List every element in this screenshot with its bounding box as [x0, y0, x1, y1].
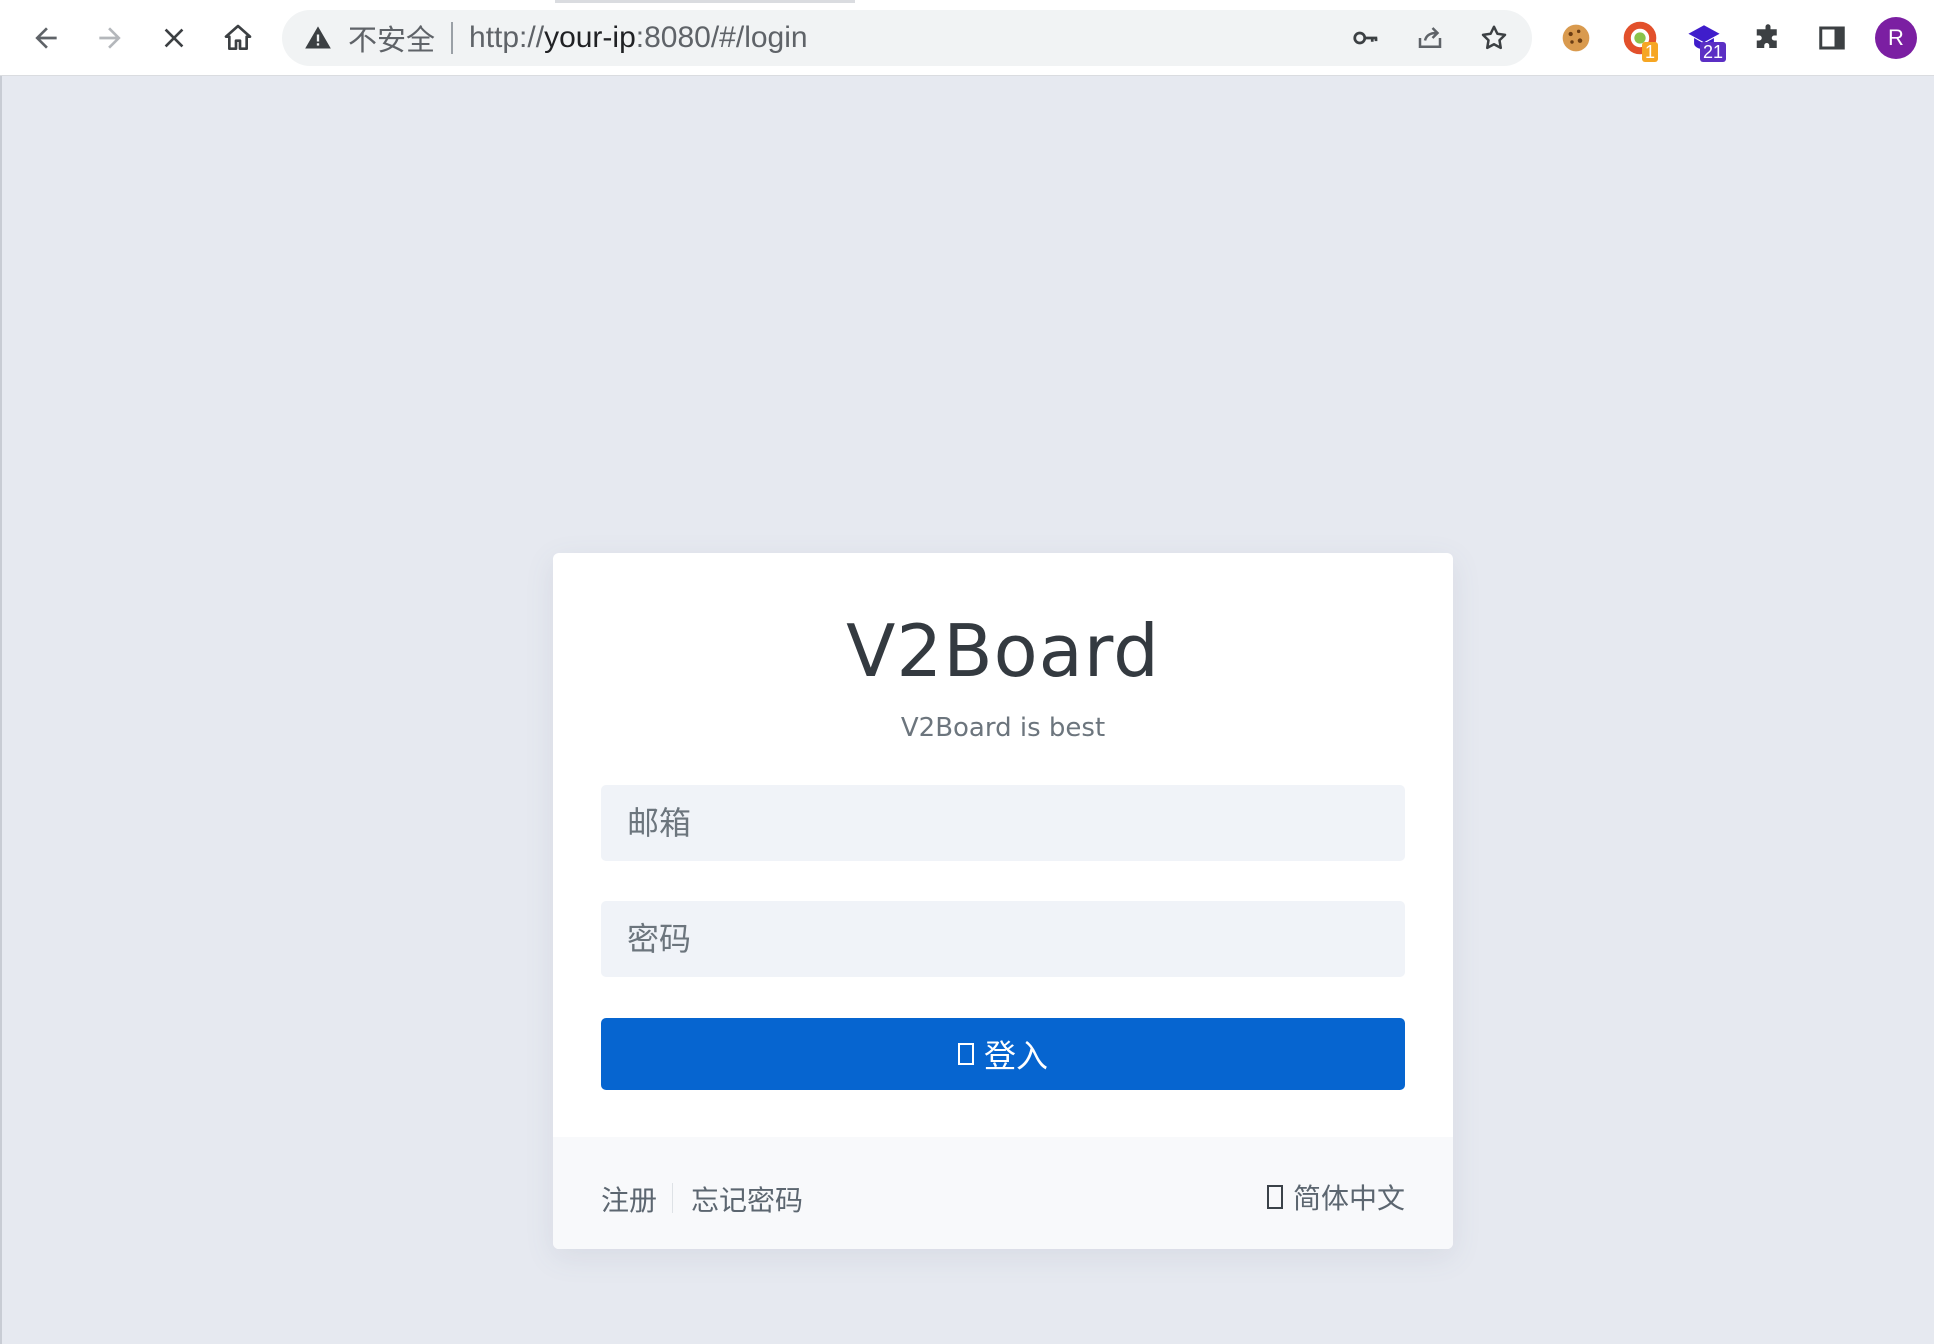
security-status[interactable]: 不安全	[348, 17, 435, 59]
language-label: 简体中文	[1292, 1182, 1405, 1215]
password-field[interactable]	[601, 901, 1405, 977]
card-footer: 注册 忘记密码 简体中文	[553, 1137, 1453, 1249]
active-tab-indicator	[555, 0, 855, 3]
language-icon	[1266, 1185, 1283, 1209]
register-link[interactable]: 注册	[601, 1179, 657, 1219]
warning-icon	[305, 26, 331, 49]
footer-divider	[672, 1183, 673, 1213]
stop-loading-button[interactable]	[150, 14, 198, 62]
extension-badge: 21	[1700, 42, 1727, 62]
language-switcher[interactable]: 简体中文	[1266, 1177, 1405, 1217]
key-icon	[1353, 31, 1378, 45]
star-icon	[1481, 25, 1507, 50]
url-path: :8080/#/login	[635, 21, 808, 54]
login-icon	[957, 1043, 974, 1065]
share-icon	[1418, 27, 1442, 48]
arrow-right-icon	[99, 27, 121, 49]
home-icon	[224, 24, 252, 50]
home-button[interactable]	[214, 14, 262, 62]
email-field[interactable]	[601, 785, 1405, 861]
browser-toolbar: 不安全 http://your-ip:8080/#/login 1 21 R	[0, 0, 1934, 76]
forgot-password-link[interactable]: 忘记密码	[691, 1179, 803, 1219]
window-edge	[0, 76, 2, 1344]
url-host: your-ip	[544, 21, 636, 54]
cookie-icon	[1562, 24, 1590, 52]
back-button[interactable]	[22, 14, 70, 62]
puzzle-icon	[1756, 24, 1777, 48]
side-panel-button[interactable]	[1812, 18, 1852, 58]
login-card: V2Board V2Board is best 登入 注册 忘记密码 简体中文	[553, 553, 1453, 1249]
login-button-label: 登入	[983, 1037, 1048, 1075]
share-button[interactable]	[1410, 18, 1450, 58]
forward-button[interactable]	[86, 14, 134, 62]
address-bar[interactable]: 不安全 http://your-ip:8080/#/login	[282, 10, 1532, 66]
extension-badge: 1	[1642, 42, 1659, 62]
close-icon	[164, 28, 184, 48]
circle-extension-button[interactable]: 1	[1620, 18, 1660, 62]
bookmark-button[interactable]	[1474, 18, 1514, 58]
arrow-left-icon	[35, 27, 57, 49]
url-scheme: http://	[469, 21, 545, 54]
page-title: V2Board	[846, 609, 1160, 693]
url-text[interactable]: http://your-ip:8080/#/login	[469, 21, 808, 55]
cookie-extension-button[interactable]	[1556, 18, 1596, 58]
side-panel-icon	[1819, 26, 1845, 50]
profile-avatar[interactable]: R	[1875, 17, 1917, 59]
address-separator	[451, 22, 454, 54]
extensions-menu-button[interactable]	[1748, 18, 1788, 58]
login-button[interactable]: 登入	[601, 1018, 1405, 1090]
page-subtitle: V2Board is best	[900, 713, 1106, 743]
password-key-button[interactable]	[1346, 18, 1386, 58]
graduation-extension-button[interactable]: 21	[1684, 18, 1727, 62]
